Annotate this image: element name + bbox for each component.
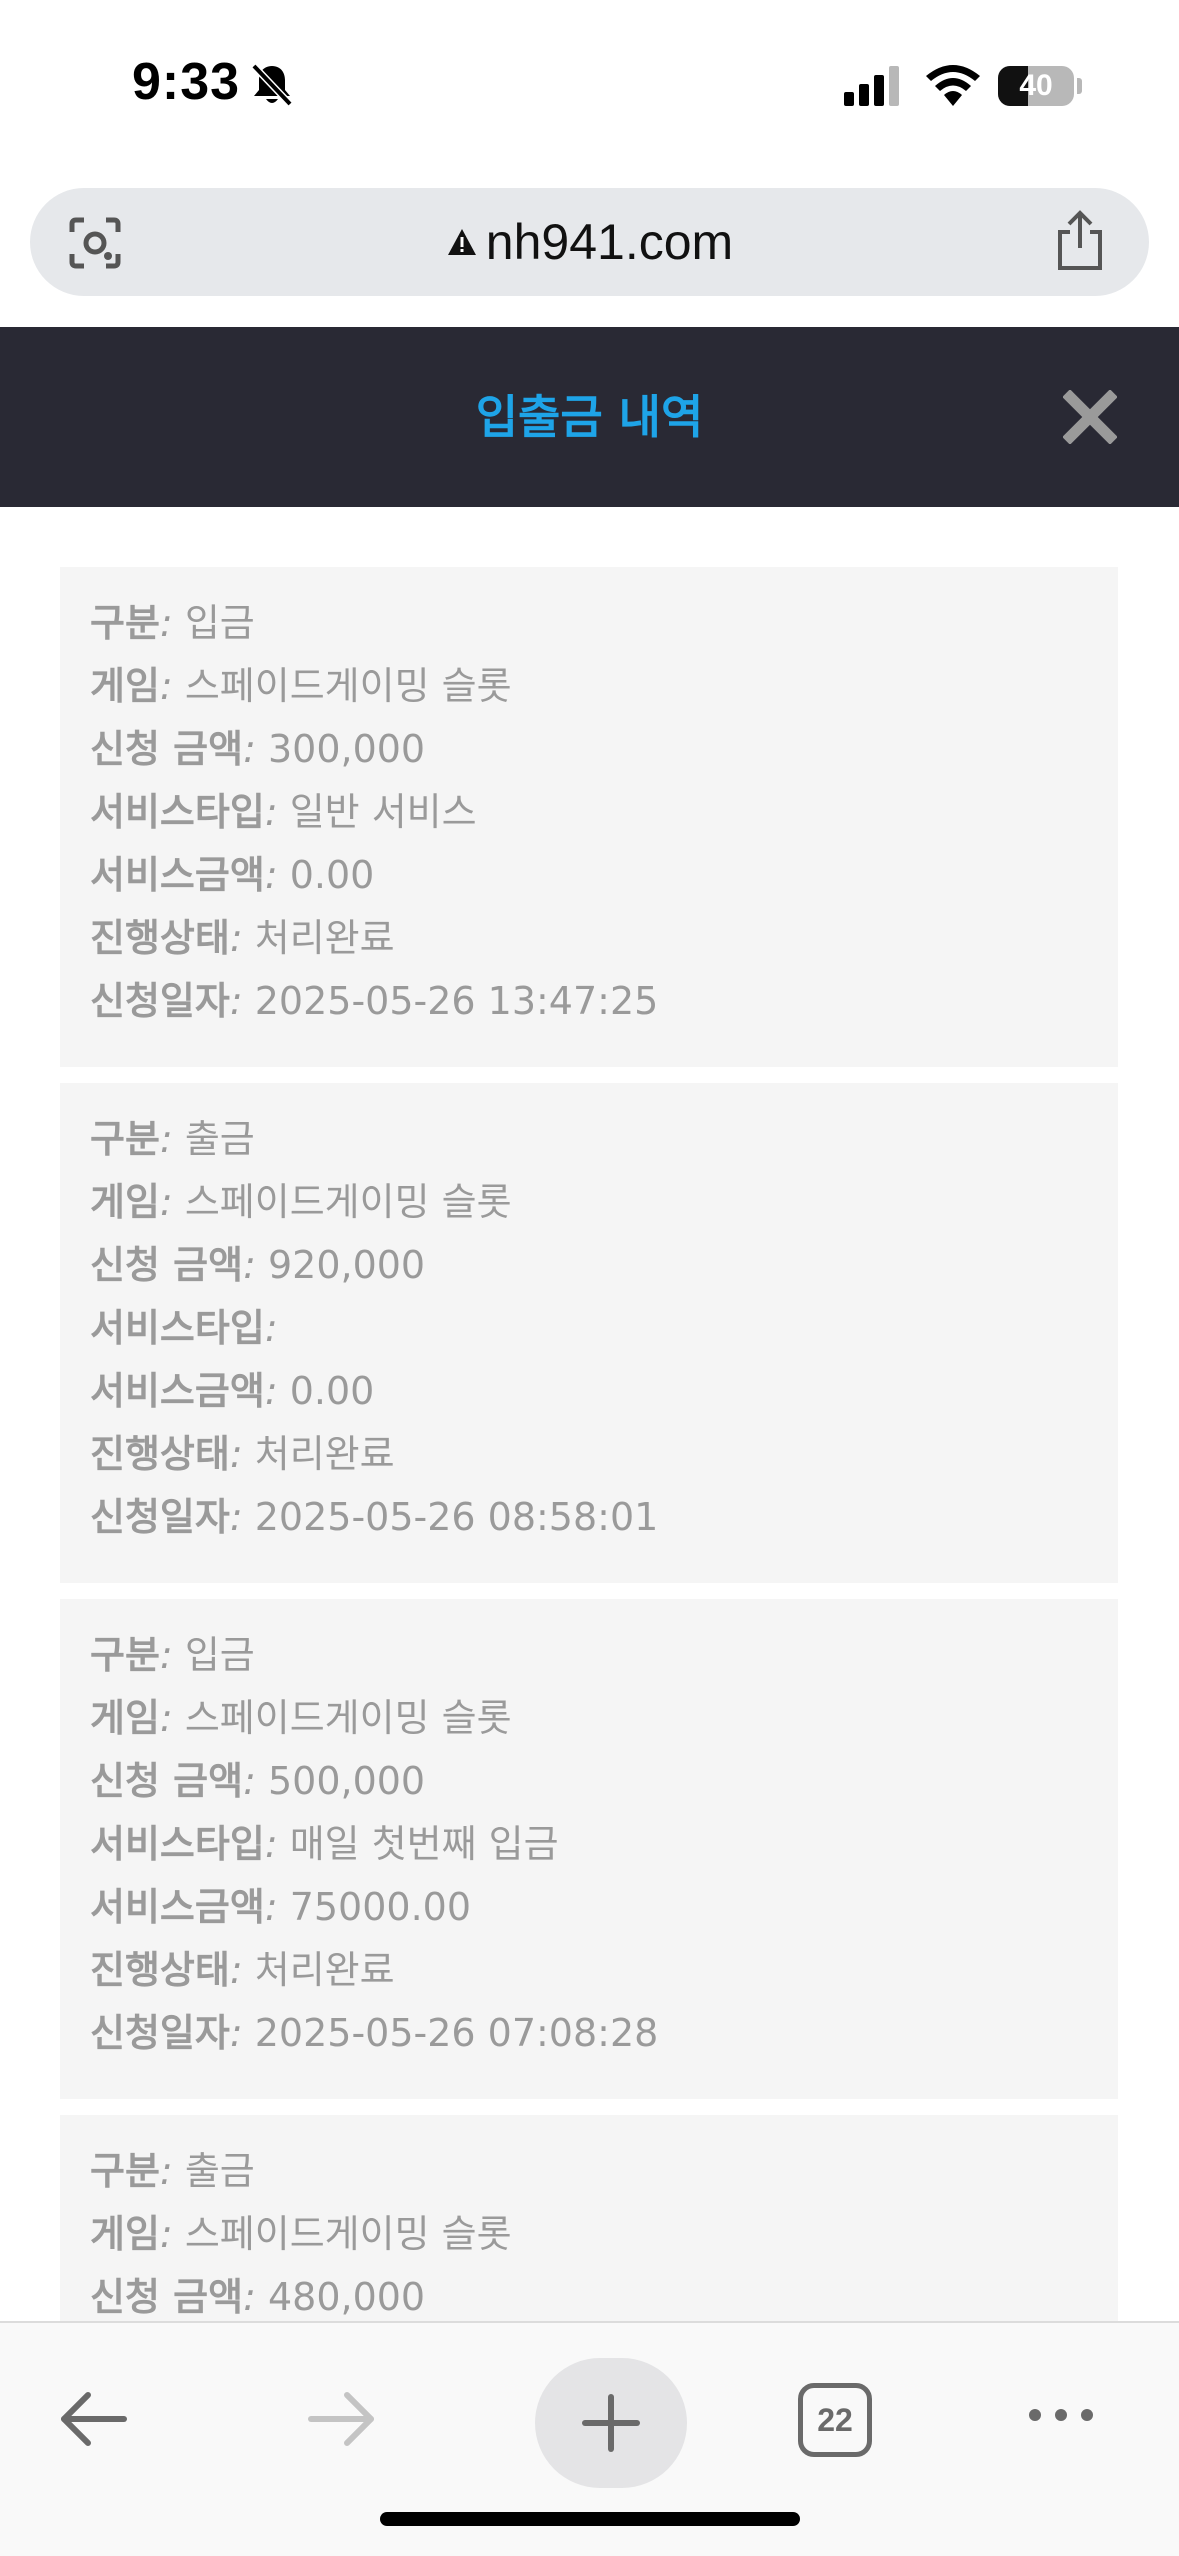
bell-slash-icon bbox=[250, 62, 294, 112]
record-field: 구분: 출금 bbox=[90, 2149, 255, 2193]
share-icon[interactable] bbox=[1052, 210, 1108, 276]
record-field: 구분: 입금 bbox=[90, 601, 255, 645]
record-card: 구분: 입금 게임: 스페이드게이밍 슬롯 신청 금액: 500,000 서비스… bbox=[60, 1599, 1118, 2099]
record-field: 서비스금액: 0.00 bbox=[90, 1369, 375, 1413]
battery-nub bbox=[1077, 78, 1082, 94]
record-field: 게임: 스페이드게이밍 슬롯 bbox=[90, 1180, 512, 1224]
record-field: 서비스타입: 매일 첫번째 입금 bbox=[90, 1822, 559, 1866]
warning-icon bbox=[446, 227, 478, 261]
record-field: 신청 금액: 920,000 bbox=[90, 1243, 426, 1287]
record-field: 진행상태: 처리완료 bbox=[90, 916, 395, 960]
more-icon[interactable] bbox=[1025, 2403, 1097, 2431]
tabs-button[interactable]: 22 bbox=[798, 2383, 872, 2457]
forward-arrow-icon[interactable] bbox=[305, 2383, 377, 2459]
page-header: 입출금 내역 bbox=[0, 327, 1179, 507]
record-field: 서비스타입: 일반 서비스 bbox=[90, 790, 477, 834]
home-indicator[interactable] bbox=[380, 2512, 800, 2526]
record-field: 구분: 입금 bbox=[90, 1633, 255, 1677]
record-field: 게임: 스페이드게이밍 슬롯 bbox=[90, 1696, 512, 1740]
close-icon[interactable] bbox=[1062, 389, 1118, 448]
record-field: 신청 금액: 500,000 bbox=[90, 1759, 426, 1803]
back-arrow-icon[interactable] bbox=[58, 2383, 130, 2459]
record-field: 진행상태: 처리완료 bbox=[90, 1432, 395, 1476]
status-time: 9:33 bbox=[132, 53, 241, 111]
status-bar: 9:33 40 bbox=[0, 0, 1179, 175]
wifi-icon bbox=[925, 62, 981, 110]
record-field: 구분: 출금 bbox=[90, 1117, 255, 1161]
record-field: 신청 금액: 300,000 bbox=[90, 727, 426, 771]
record-field: 진행상태: 처리완료 bbox=[90, 1948, 395, 1992]
battery-level: 40 bbox=[1019, 69, 1053, 102]
record-field: 서비스타입: bbox=[90, 1306, 278, 1350]
new-tab-button[interactable] bbox=[535, 2358, 687, 2488]
record-field: 서비스금액: 75000.00 bbox=[90, 1885, 472, 1929]
signal-icon bbox=[842, 66, 904, 110]
record-field: 신청일자: 2025-05-26 13:47:25 bbox=[90, 979, 659, 1023]
plus-icon bbox=[579, 2391, 643, 2459]
battery-icon: 40 bbox=[998, 66, 1074, 106]
record-field: 게임: 스페이드게이밍 슬롯 bbox=[90, 664, 512, 708]
url-display[interactable]: nh941.com bbox=[30, 188, 1149, 296]
record-card: 구분: 출금 게임: 스페이드게이밍 슬롯 신청 금액: 920,000 서비스… bbox=[60, 1083, 1118, 1583]
record-card: 구분: 출금 게임: 스페이드게이밍 슬롯 신청 금액: 480,000 bbox=[60, 2115, 1118, 2321]
record-field: 게임: 스페이드게이밍 슬롯 bbox=[90, 2212, 512, 2256]
record-field: 신청일자: 2025-05-26 08:58:01 bbox=[90, 1495, 659, 1539]
records-list[interactable]: 구분: 입금 게임: 스페이드게이밍 슬롯 신청 금액: 300,000 서비스… bbox=[0, 507, 1179, 2321]
record-field: 신청 금액: 480,000 bbox=[90, 2275, 426, 2319]
record-field: 서비스금액: 0.00 bbox=[90, 853, 375, 897]
record-card: 구분: 입금 게임: 스페이드게이밍 슬롯 신청 금액: 300,000 서비스… bbox=[60, 567, 1118, 1067]
url-text: nh941.com bbox=[485, 214, 734, 270]
record-field: 신청일자: 2025-05-26 07:08:28 bbox=[90, 2011, 659, 2055]
page-title: 입출금 내역 bbox=[475, 390, 704, 444]
url-bar[interactable]: nh941.com bbox=[30, 188, 1149, 296]
